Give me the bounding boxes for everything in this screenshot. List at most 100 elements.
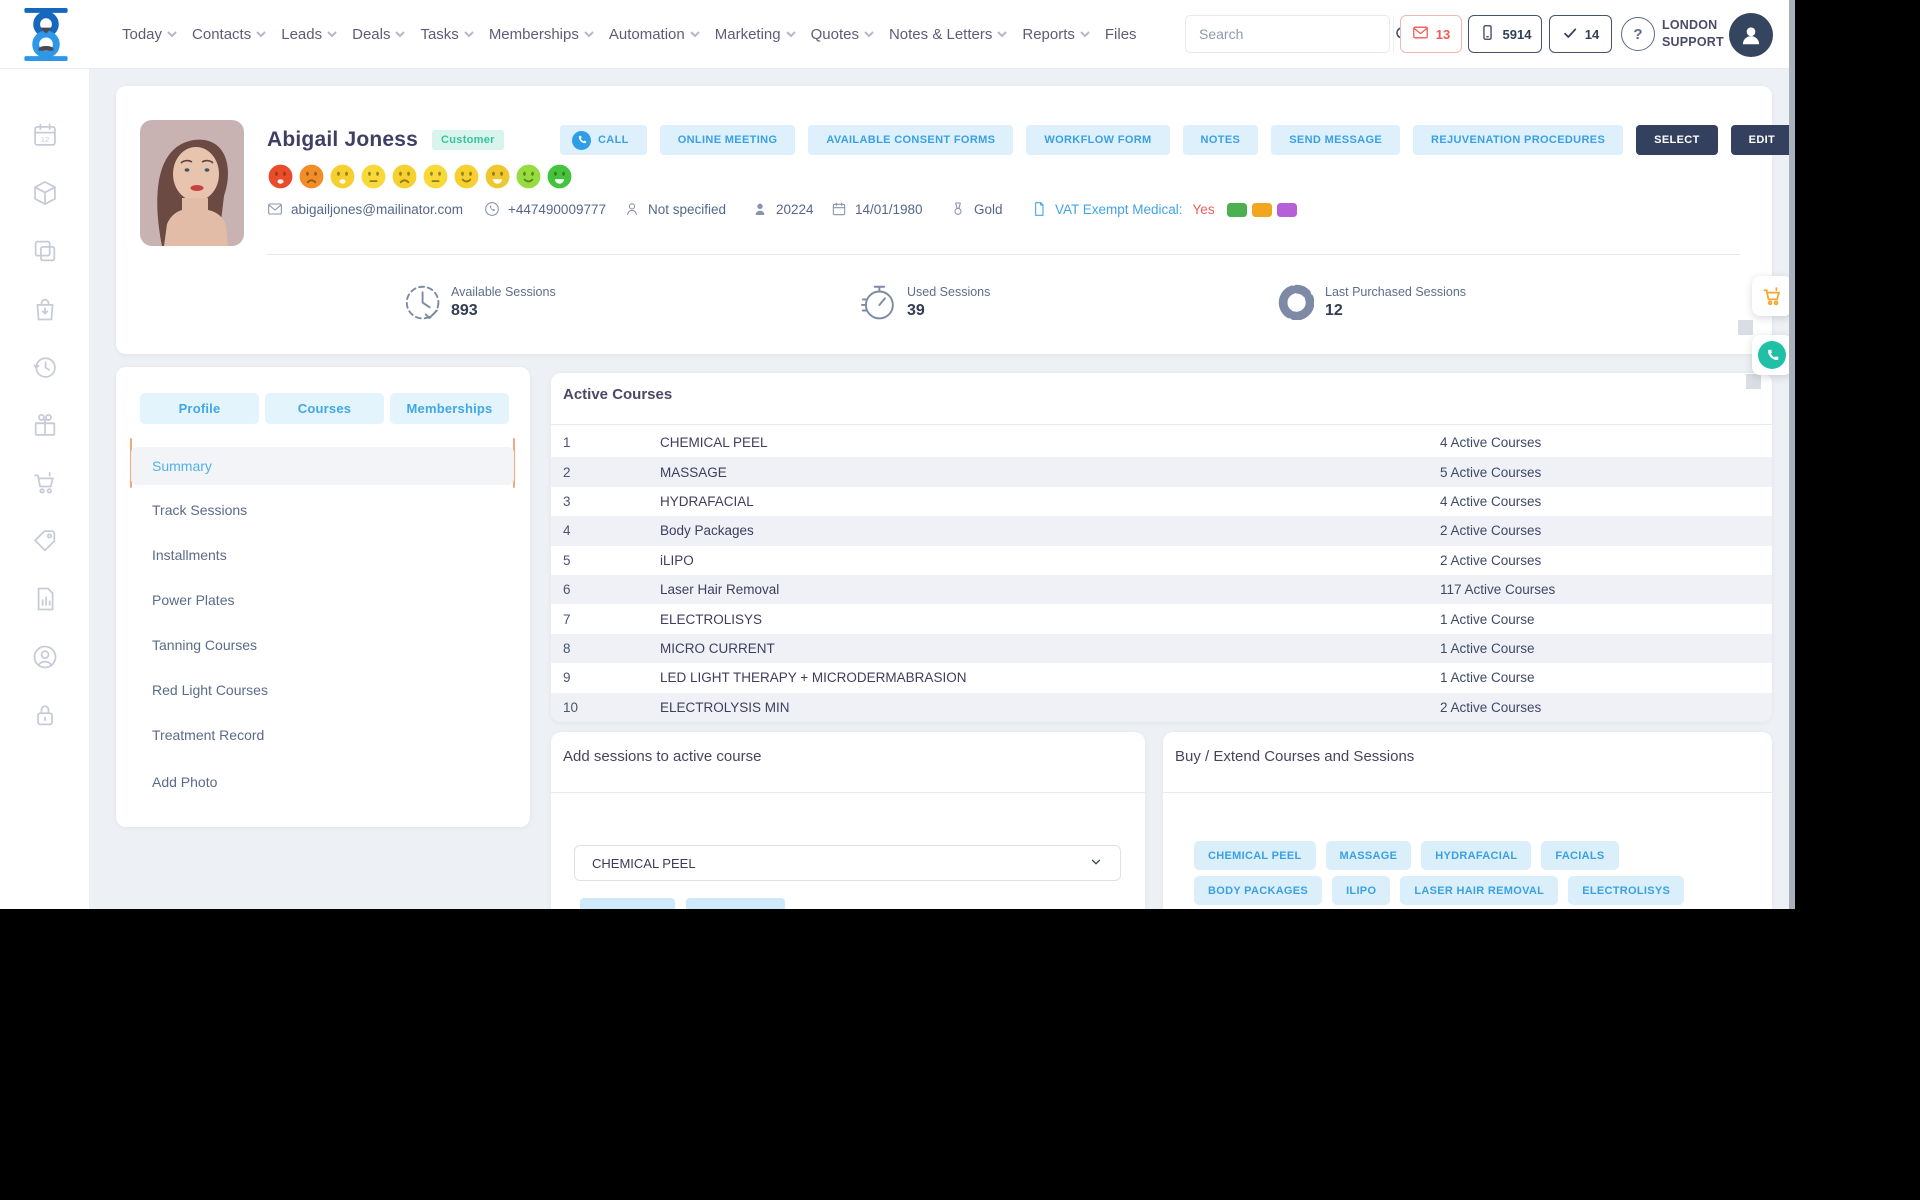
panel-item-red-light-courses[interactable]: Red Light Courses: [152, 682, 268, 700]
course-row-5[interactable]: 5 iLIPO 2 Active Courses: [551, 546, 1772, 575]
panel-item-installments[interactable]: Installments: [152, 547, 227, 565]
scrollbar[interactable]: [1789, 0, 1795, 909]
tab-profile[interactable]: Profile: [140, 393, 259, 424]
stopwatch-icon: [858, 282, 896, 325]
user-icon[interactable]: [31, 643, 59, 671]
bag-icon[interactable]: [31, 295, 59, 323]
workflow-form-button[interactable]: WORKFLOW FORM: [1026, 125, 1170, 155]
customer-email[interactable]: abigailjones@mailinator.com: [267, 201, 463, 217]
nav-item-tasks[interactable]: Tasks: [420, 26, 474, 43]
help-button[interactable]: ?: [1621, 17, 1655, 51]
tab-memberships[interactable]: Memberships: [390, 393, 509, 424]
phone-badge[interactable]: 5914: [1468, 15, 1542, 53]
panel-item-track-sessions[interactable]: Track Sessions: [152, 502, 247, 520]
cart-float-button[interactable]: [1752, 276, 1792, 316]
course-count: 2 Active Courses: [1440, 699, 1542, 715]
panel-item-power-plates[interactable]: Power Plates: [152, 592, 234, 610]
app-logo-icon[interactable]: [20, 8, 72, 61]
search-input[interactable]: [1186, 16, 1393, 52]
edit-button[interactable]: EDIT: [1730, 125, 1794, 155]
send-message-button[interactable]: SEND MESSAGE: [1271, 125, 1401, 155]
nav-item-quotes[interactable]: Quotes: [811, 26, 874, 43]
whatsapp-float-button[interactable]: [1752, 335, 1792, 375]
course-number: 1: [563, 435, 571, 451]
top-bar: Today Contacts Leads Deals Tasks Memberships A…: [0, 0, 1795, 69]
report-icon[interactable]: [31, 585, 59, 613]
nav-item-memberships[interactable]: Memberships: [489, 26, 594, 43]
cut-button[interactable]: [580, 898, 675, 909]
nav-item-notes-letters[interactable]: Notes & Letters: [888, 26, 1008, 43]
nav-item-deals[interactable]: Deals: [352, 26, 406, 43]
course-select[interactable]: CHEMICAL PEEL: [574, 845, 1121, 881]
panel-item-summary[interactable]: Summary: [131, 447, 514, 485]
course-row-6[interactable]: 6 Laser Hair Removal 117 Active Courses: [551, 574, 1772, 605]
add-sessions-card: Add sessions to active course CHEMICAL P…: [551, 732, 1145, 909]
rating-emoji-10[interactable]: [546, 163, 573, 195]
mail-count: 13: [1435, 26, 1451, 42]
nav-item-marketing[interactable]: Marketing: [715, 26, 796, 43]
rating-emoji-3[interactable]: [329, 163, 356, 195]
calendar-icon[interactable]: 12: [31, 121, 59, 149]
chip-facials[interactable]: FACIALS: [1541, 841, 1619, 870]
course-row-8[interactable]: 8 MICRO CURRENT 1 Active Course: [551, 633, 1772, 664]
cut-button[interactable]: [686, 898, 785, 909]
chevron-down-icon: [167, 31, 177, 38]
course-row-9[interactable]: 9 LED LIGHT THERAPY + MICRODERMABRASION 1 …: [551, 663, 1772, 692]
online-meeting-button[interactable]: ONLINE MEETING: [659, 125, 796, 155]
customer-phone[interactable]: +447490009777: [484, 201, 606, 217]
package-icon[interactable]: [31, 179, 59, 207]
person-filled-icon: [752, 201, 768, 217]
gift-icon[interactable]: [31, 411, 59, 439]
course-count: 5 Active Courses: [1440, 464, 1542, 480]
nav-item-automation[interactable]: Automation: [609, 26, 700, 43]
chip-body-packages[interactable]: BODY PACKAGES: [1194, 876, 1323, 905]
nav-item-today[interactable]: Today: [122, 26, 177, 43]
chip-ilipo[interactable]: ILIPO: [1332, 876, 1391, 905]
select-button[interactable]: SELECT: [1636, 125, 1718, 155]
course-row-1[interactable]: 1 CHEMICAL PEEL 4 Active Courses: [551, 428, 1772, 457]
rating-emoji-2[interactable]: [298, 163, 325, 195]
call-button[interactable]: CALL: [560, 125, 647, 155]
nav-item-leads[interactable]: Leads: [281, 26, 337, 43]
panel-item-treatment-record[interactable]: Treatment Record: [152, 727, 264, 745]
rejuvenation-procedures-button[interactable]: REJUVENATION PROCEDURES: [1413, 125, 1624, 155]
course-row-10[interactable]: 10 ELECTROLYSIS MIN 2 Active Courses: [551, 692, 1772, 722]
tasks-badge[interactable]: 14: [1549, 15, 1612, 53]
chip-chemical-peel[interactable]: CHEMICAL PEEL: [1194, 841, 1316, 870]
nav-item-files[interactable]: Files: [1105, 26, 1137, 43]
available-consent-forms-button[interactable]: AVAILABLE CONSENT FORMS: [808, 125, 1014, 155]
add-sessions-title: Add sessions to active course: [563, 748, 762, 765]
tab-courses[interactable]: Courses: [265, 393, 384, 424]
rating-emoji-8[interactable]: [484, 163, 511, 195]
mail-badge[interactable]: 13: [1400, 15, 1462, 53]
stat-label: Used Sessions: [907, 285, 991, 299]
cart-icon: [1761, 285, 1784, 308]
rating-emoji-7[interactable]: [453, 163, 480, 195]
course-row-4[interactable]: 4 Body Packages 2 Active Courses: [551, 516, 1772, 546]
account-avatar[interactable]: [1729, 13, 1773, 57]
course-row-3[interactable]: 3 HYDRAFACIAL 4 Active Courses: [551, 487, 1772, 516]
lock-icon[interactable]: [31, 701, 59, 729]
rating-emoji-4[interactable]: [360, 163, 387, 195]
panel-item-add-photo[interactable]: Add Photo: [152, 774, 217, 792]
rating-emoji-5[interactable]: [391, 163, 418, 195]
chip-electrolisys[interactable]: ELECTROLISYS: [1568, 876, 1685, 905]
rating-emoji-6[interactable]: [422, 163, 449, 195]
history-icon[interactable]: [31, 353, 59, 381]
rating-emoji-9[interactable]: [515, 163, 542, 195]
cart-icon[interactable]: [31, 469, 59, 497]
chip-laser-hair-removal[interactable]: LASER HAIR REMOVAL: [1400, 876, 1559, 905]
chip-massage[interactable]: MASSAGE: [1325, 841, 1412, 870]
course-number: 4: [563, 523, 571, 539]
nav-item-label: Notes & Letters: [888, 26, 993, 43]
notes-button[interactable]: NOTES: [1182, 125, 1259, 155]
tag-icon[interactable]: [31, 527, 59, 555]
panel-item-tanning-courses[interactable]: Tanning Courses: [152, 637, 257, 655]
copy-icon[interactable]: [31, 237, 59, 265]
course-row-2[interactable]: 2 MASSAGE 5 Active Courses: [551, 457, 1772, 487]
course-row-7[interactable]: 7 ELECTROLISYS 1 Active Course: [551, 604, 1772, 633]
nav-item-reports[interactable]: Reports: [1022, 26, 1090, 43]
rating-emoji-1[interactable]: [267, 163, 294, 195]
chip-hydrafacial[interactable]: HYDRAFACIAL: [1421, 841, 1532, 870]
nav-item-contacts[interactable]: Contacts: [192, 26, 266, 43]
